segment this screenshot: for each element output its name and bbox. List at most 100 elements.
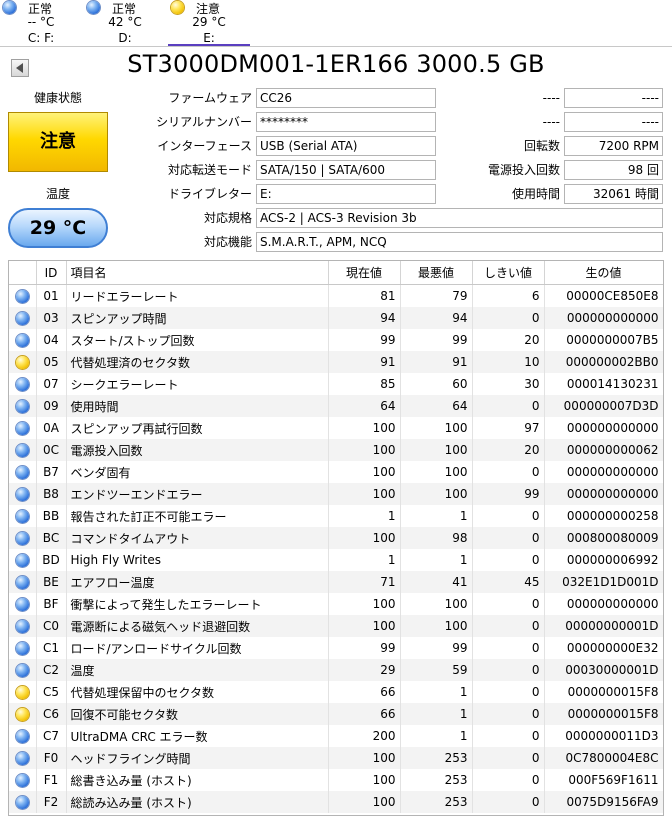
attribute-name: High Fly Writes <box>66 549 329 571</box>
table-row[interactable]: C0 電源断による磁気ヘッド退避回数 100 100 0 00000000001D <box>9 615 663 637</box>
worst-value: 100 <box>400 483 473 505</box>
table-row[interactable]: BC コマンドタイムアウト 100 98 0 000800080009 <box>9 527 663 549</box>
current-value: 200 <box>328 725 401 747</box>
table-row[interactable]: 07 シークエラーレート 85 60 30 000014130231 <box>9 373 663 395</box>
table-row[interactable]: BF 衝撃によって発生したエラーレート 100 100 0 000000000000 <box>9 593 663 615</box>
raw-value: 000000000258 <box>544 505 663 527</box>
raw-column-header[interactable]: 生の値 <box>544 261 663 285</box>
status-dot-icon <box>15 730 29 743</box>
table-row[interactable]: BE エアフロー温度 71 41 45 032E1D1D001D <box>9 571 663 593</box>
drive-tab-d[interactable]: 正常 42 °C D: <box>84 0 166 46</box>
drive-letter-value: E: <box>256 184 436 204</box>
table-row[interactable]: F0 ヘッドフライング時間 100 253 0 0C7800004E8C <box>9 747 663 769</box>
health-status-button[interactable]: 注意 <box>8 112 108 172</box>
current-value: 1 <box>328 549 401 571</box>
attribute-name: シークエラーレート <box>66 373 329 395</box>
worst-value: 98 <box>400 527 473 549</box>
threshold-value: 0 <box>472 791 545 813</box>
status-column-header[interactable] <box>9 261 37 285</box>
attribute-id: BE <box>36 571 67 593</box>
blank2-value: ---- <box>564 112 663 132</box>
raw-value: 000000000000 <box>544 307 663 329</box>
status-cell <box>9 439 37 461</box>
table-row[interactable]: C1 ロード/アンロードサイクル回数 99 99 0 000000000E32 <box>9 637 663 659</box>
attribute-name: 総書き込み量 (ホスト) <box>66 769 329 791</box>
current-value: 64 <box>328 395 401 417</box>
firmware-value: CC26 <box>256 88 436 108</box>
table-row[interactable]: 05 代替処理済のセクタ数 91 91 10 000000002BB0 <box>9 351 663 373</box>
attribute-name: 使用時間 <box>66 395 329 417</box>
current-value: 91 <box>328 351 401 373</box>
status-dot-icon <box>15 642 29 655</box>
current-column-header[interactable]: 現在値 <box>328 261 401 285</box>
table-row[interactable]: BB 報告された訂正不可能エラー 1 1 0 000000000258 <box>9 505 663 527</box>
worst-value: 91 <box>400 351 473 373</box>
table-row[interactable]: C7 UltraDMA CRC エラー数 200 1 0 0000000011D3 <box>9 725 663 747</box>
status-cell <box>9 527 37 549</box>
worst-column-header[interactable]: 最悪値 <box>400 261 473 285</box>
status-dot-icon <box>15 686 29 699</box>
status-cell <box>9 307 37 329</box>
table-row[interactable]: BD High Fly Writes 1 1 0 000000006992 <box>9 549 663 571</box>
status-cell <box>9 571 37 593</box>
drive-temperature: -- °C <box>27 15 55 29</box>
transfer-mode-label: 対応転送モード <box>167 163 252 177</box>
raw-value: 0000000015F8 <box>544 703 663 725</box>
smart-attributes-table[interactable]: ID 項目名 現在値 最悪値 しきい値 生の値 01 リードエラーレート 81 79 6… <box>8 260 664 816</box>
table-row[interactable]: B7 ベンダ固有 100 100 0 000000000000 <box>9 461 663 483</box>
threshold-column-header[interactable]: しきい値 <box>472 261 545 285</box>
raw-value: 000000000000 <box>544 483 663 505</box>
drive-tab-e[interactable]: 注意 29 °C E: <box>168 0 250 46</box>
worst-value: 1 <box>400 505 473 527</box>
name-column-header[interactable]: 項目名 <box>66 261 329 285</box>
drive-letter: E: <box>203 31 215 45</box>
table-row[interactable]: C2 温度 29 59 0 00030000001D <box>9 659 663 681</box>
table-row[interactable]: B8 エンドツーエンドエラー 100 100 99 000000000000 <box>9 483 663 505</box>
raw-value: 000000002BB0 <box>544 351 663 373</box>
current-value: 100 <box>328 417 401 439</box>
disk-title: ST3000DM001-1ER166 3000.5 GB <box>127 50 545 78</box>
attribute-id: 0C <box>36 439 67 461</box>
id-column-header[interactable]: ID <box>36 261 67 285</box>
status-dot-icon <box>15 334 29 347</box>
threshold-value: 0 <box>472 505 545 527</box>
attribute-id: 03 <box>36 307 67 329</box>
status-dot-icon <box>15 312 29 325</box>
status-dot-icon <box>15 466 29 479</box>
status-dot-icon <box>15 488 29 501</box>
table-row[interactable]: 04 スタート/ストップ回数 99 99 20 0000000007B5 <box>9 329 663 351</box>
raw-value: 000014130231 <box>544 373 663 395</box>
standard-value: ACS-2 | ACS-3 Revision 3b <box>256 208 663 228</box>
rotation-label: 回転数 <box>523 139 560 153</box>
attribute-name: エンドツーエンドエラー <box>66 483 329 505</box>
table-row[interactable]: F2 総読み込み量 (ホスト) 100 253 0 0075D9156FA9 <box>9 791 663 813</box>
table-row[interactable]: 0C 電源投入回数 100 100 20 000000000062 <box>9 439 663 461</box>
drive-tab-cf[interactable]: 正常 -- °C C: F: <box>0 0 82 46</box>
raw-value: 0000000011D3 <box>544 725 663 747</box>
status-dot-icon <box>15 598 29 611</box>
table-row[interactable]: 03 スピンアップ時間 94 94 0 000000000000 <box>9 307 663 329</box>
current-value: 85 <box>328 373 401 395</box>
table-row[interactable]: 01 リードエラーレート 81 79 6 00000CE850E8 <box>9 284 663 307</box>
status-dot-icon <box>15 774 29 787</box>
attribute-name: ロード/アンロードサイクル回数 <box>66 637 329 659</box>
threshold-value: 10 <box>472 351 545 373</box>
table-row[interactable]: 09 使用時間 64 64 0 000000007D3D <box>9 395 663 417</box>
threshold-value: 0 <box>472 307 545 329</box>
status-dot-icon <box>171 1 184 14</box>
table-row[interactable]: C5 代替処理保留中のセクタ数 66 1 0 0000000015F8 <box>9 681 663 703</box>
status-cell <box>9 483 37 505</box>
current-value: 1 <box>328 505 401 527</box>
status-dot-icon <box>15 422 29 435</box>
table-row[interactable]: C6 回復不可能セクタ数 66 1 0 0000000015F8 <box>9 703 663 725</box>
drive-tab-bar: 正常 -- °C C: F: 正常 42 °C D: 注意 29 °C E: <box>0 0 672 47</box>
status-dot-icon <box>15 532 29 545</box>
attribute-name: コマンドタイムアウト <box>66 527 329 549</box>
threshold-value: 6 <box>472 284 545 307</box>
worst-value: 100 <box>400 593 473 615</box>
table-row[interactable]: F1 総書き込み量 (ホスト) 100 253 0 000F569F1611 <box>9 769 663 791</box>
table-row[interactable]: 0A スピンアップ再試行回数 100 100 97 000000000000 <box>9 417 663 439</box>
status-cell <box>9 615 37 637</box>
threshold-value: 0 <box>472 593 545 615</box>
status-cell <box>9 681 37 703</box>
